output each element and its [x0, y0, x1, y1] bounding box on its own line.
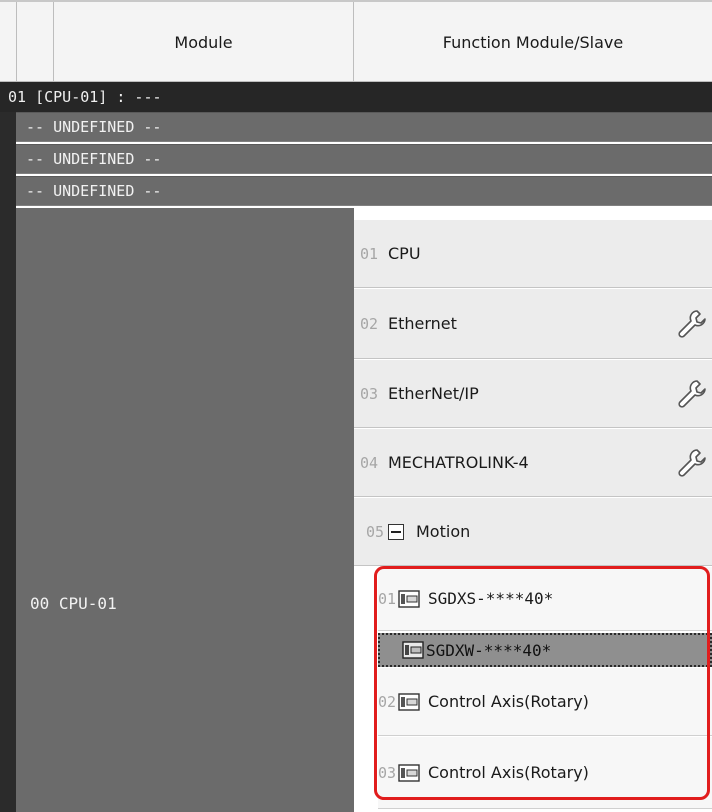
- wrench-icon[interactable]: [676, 308, 708, 340]
- undefined-row-label: -- UNDEFINED --: [26, 150, 162, 168]
- function-number: 01: [359, 244, 378, 263]
- function-number: 05: [365, 522, 384, 541]
- cpu-row[interactable]: 01 [CPU-01] : ---: [0, 82, 712, 112]
- function-number: 04: [359, 453, 378, 472]
- table-header: Module Function Module/Slave: [0, 0, 712, 82]
- header-corner-cell[interactable]: [16, 2, 54, 82]
- function-number: 03: [359, 384, 378, 403]
- column-header-function-label: Function Module/Slave: [442, 32, 624, 52]
- highlight-box: [374, 566, 710, 800]
- function-row-cpu[interactable]: 01 CPU: [354, 220, 712, 288]
- function-label: EtherNet/IP: [388, 384, 479, 403]
- module-cell[interactable]: [16, 208, 354, 812]
- undefined-row-label: -- UNDEFINED --: [26, 182, 162, 200]
- function-row-ethernet[interactable]: 02 Ethernet: [354, 289, 712, 359]
- function-row-motion[interactable]: 05 Motion: [354, 498, 712, 566]
- module-label: 00 CPU-01: [30, 594, 117, 613]
- function-label: CPU: [388, 244, 421, 263]
- function-row-ethernet-ip[interactable]: 03 EtherNet/IP: [354, 360, 712, 428]
- function-label: Motion: [416, 522, 471, 541]
- header-left-edge: [0, 2, 16, 82]
- column-header-function[interactable]: Function Module/Slave: [354, 2, 712, 82]
- undefined-row[interactable]: -- UNDEFINED --: [16, 176, 712, 206]
- collapse-icon[interactable]: [388, 523, 404, 540]
- undefined-row-label: -- UNDEFINED --: [26, 118, 162, 136]
- wrench-icon[interactable]: [676, 378, 708, 410]
- undefined-row[interactable]: -- UNDEFINED --: [16, 144, 712, 174]
- left-gutter: [0, 82, 16, 812]
- function-number: 02: [359, 314, 378, 333]
- wrench-icon[interactable]: [676, 447, 708, 479]
- function-row-mechatrolink[interactable]: 04 MECHATROLINK-4: [354, 429, 712, 497]
- column-header-module[interactable]: Module: [54, 2, 354, 82]
- undefined-row[interactable]: -- UNDEFINED --: [16, 112, 712, 142]
- function-label: Ethernet: [388, 314, 457, 333]
- cpu-row-label: 01 [CPU-01] : ---: [8, 88, 162, 106]
- column-header-module-label: Module: [174, 32, 233, 52]
- function-label: MECHATROLINK-4: [388, 453, 529, 472]
